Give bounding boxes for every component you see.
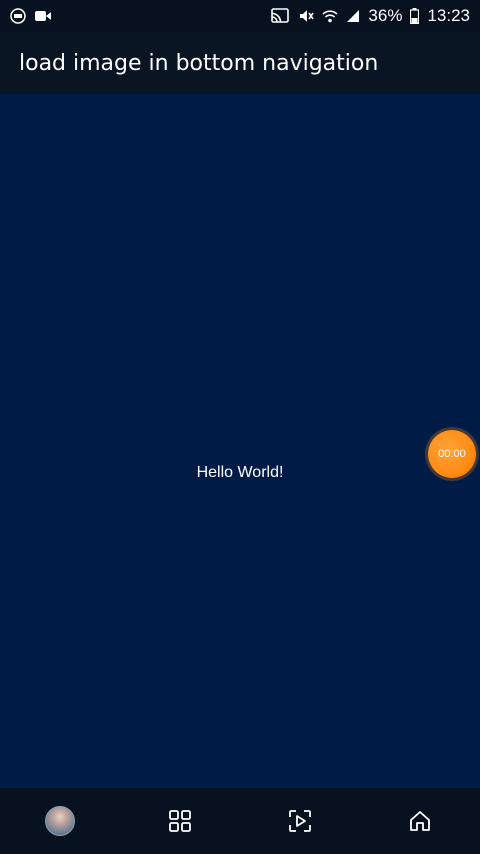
cast-icon — [270, 8, 290, 24]
app-bar: load image in bottom navigation — [0, 32, 480, 94]
app-screen: 36% 13:23 load image in bottom navigatio… — [0, 0, 480, 854]
hello-text: Hello World! — [196, 464, 284, 481]
home-icon — [408, 809, 432, 833]
bottom-navigation — [0, 788, 480, 854]
battery-icon — [410, 8, 420, 24]
wifi-icon — [322, 8, 338, 24]
nav-item-grid[interactable] — [150, 791, 210, 851]
status-right: 36% 13:23 — [270, 6, 470, 26]
pip-icon — [10, 8, 26, 24]
status-left — [10, 8, 52, 24]
app-title: load image in bottom navigation — [19, 50, 379, 76]
battery-percent: 36% — [368, 6, 403, 25]
nav-item-profile[interactable] — [30, 791, 90, 851]
play-frame-icon — [288, 809, 312, 833]
main-content: Hello World! — [0, 94, 480, 788]
status-bar: 36% 13:23 — [0, 0, 480, 32]
floating-timer-button[interactable]: 00:00 — [428, 430, 476, 478]
signal-icon — [346, 9, 360, 23]
timer-label: 00:00 — [438, 448, 466, 460]
nav-item-home[interactable] — [390, 791, 450, 851]
clock: 13:23 — [427, 6, 470, 25]
grid-icon — [168, 809, 192, 833]
mute-icon — [298, 8, 315, 24]
avatar — [45, 806, 75, 836]
video-camera-icon — [34, 9, 52, 23]
nav-item-media[interactable] — [270, 791, 330, 851]
